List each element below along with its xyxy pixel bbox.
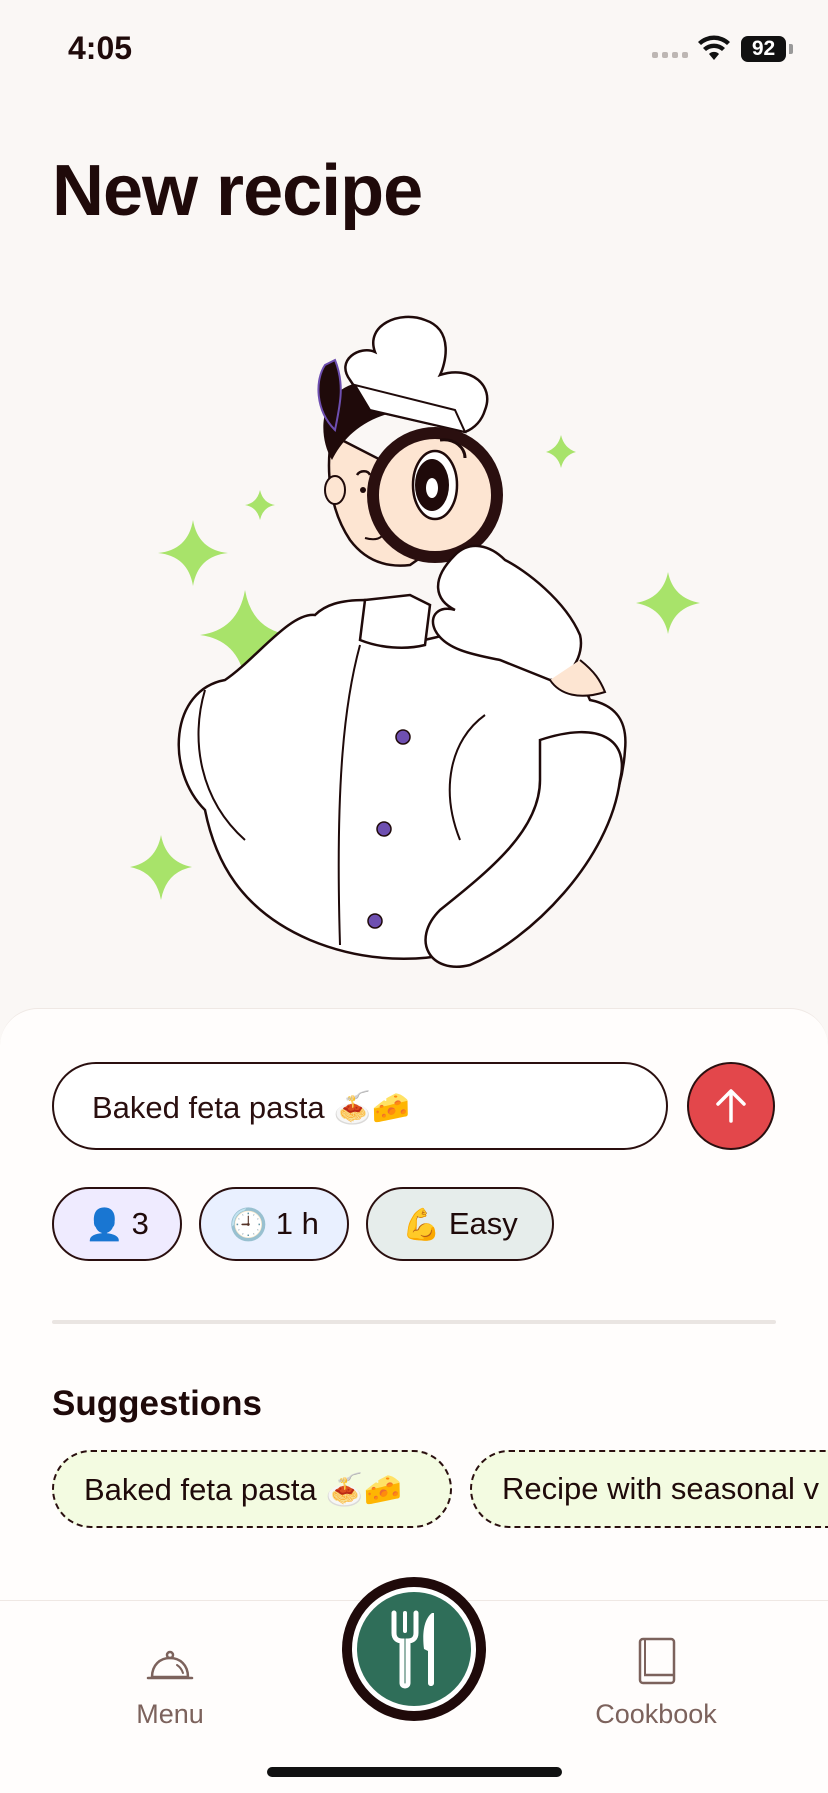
- servings-value: 3: [131, 1206, 149, 1241]
- difficulty-chip[interactable]: 💪 Easy: [366, 1187, 554, 1261]
- clock-icon: 🕘: [229, 1206, 268, 1242]
- tab-cookbook[interactable]: Cookbook: [566, 1631, 746, 1730]
- sparkle-icon: [636, 572, 700, 634]
- servings-chip[interactable]: 👤 3: [52, 1187, 182, 1261]
- time-chip[interactable]: 🕘 1 h: [199, 1187, 349, 1261]
- person-icon: 👤: [85, 1206, 124, 1242]
- signal-icon: [652, 52, 688, 58]
- tab-menu[interactable]: Menu: [80, 1631, 260, 1730]
- suggestion-chip[interactable]: Baked feta pasta 🍝🧀: [52, 1450, 452, 1528]
- cook-button-inner: [352, 1587, 476, 1711]
- divider: [52, 1320, 776, 1324]
- suggestion-chip[interactable]: Recipe with seasonal v: [470, 1450, 828, 1528]
- suggestions-title: Suggestions: [52, 1384, 263, 1423]
- wifi-icon: [698, 35, 730, 60]
- time-value: 1 h: [275, 1206, 319, 1241]
- battery-tip: [789, 44, 793, 54]
- recipe-input-row: [52, 1062, 775, 1150]
- difficulty-value: Easy: [448, 1206, 518, 1241]
- recipe-input[interactable]: [90, 1084, 634, 1130]
- sparkle-icon: [158, 520, 228, 586]
- tab-menu-label: Menu: [136, 1699, 204, 1729]
- cook-button[interactable]: [342, 1577, 486, 1721]
- sparkle-icon: [245, 490, 275, 520]
- fork-knife-icon: [391, 1610, 434, 1689]
- chef-illustration: [130, 315, 700, 968]
- recipe-input-field[interactable]: [52, 1062, 668, 1150]
- status-bar: 4:05 92: [0, 0, 828, 100]
- tab-cookbook-label: Cookbook: [595, 1699, 717, 1729]
- sparkle-icon: [130, 835, 192, 900]
- cloche-icon: [146, 1650, 194, 1680]
- page-title: New recipe: [52, 151, 423, 231]
- book-icon: [638, 1637, 676, 1685]
- suggestions-list: Baked feta pasta 🍝🧀 Recipe with seasonal…: [52, 1450, 828, 1530]
- battery-icon: 92: [741, 36, 786, 62]
- home-indicator: [267, 1767, 562, 1777]
- send-button[interactable]: [687, 1062, 775, 1150]
- sparkle-icon: [546, 435, 576, 468]
- status-time: 4:05: [68, 30, 133, 66]
- tab-bar: Menu Cookbook: [0, 1577, 828, 1793]
- flexed-biceps-icon: 💪: [402, 1206, 441, 1242]
- arrow-up-icon: [716, 1089, 746, 1123]
